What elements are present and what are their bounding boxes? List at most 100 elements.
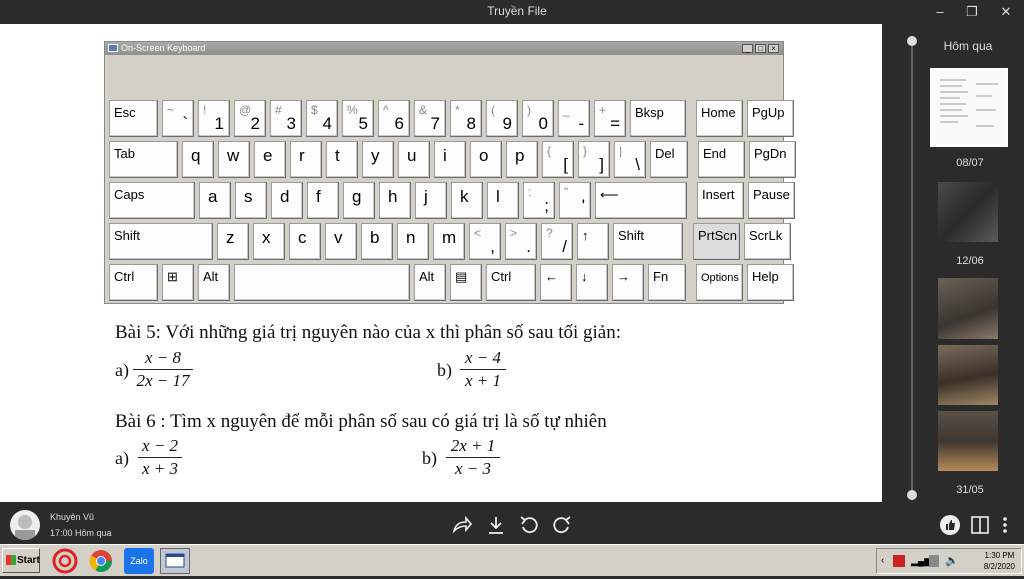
osk-key: #3: [270, 100, 302, 137]
sender-avatar[interactable]: [10, 510, 40, 540]
osk-key: ! 1: [198, 100, 230, 137]
forward-icon[interactable]: [451, 514, 473, 536]
osk-key: $4: [306, 100, 338, 137]
tray-clock[interactable]: 1:30 PM 8/2/2020: [984, 550, 1015, 572]
layout-toggle-icon[interactable]: [969, 514, 991, 536]
key-shift-char: ": [564, 185, 569, 199]
key-label: Alt: [419, 269, 435, 284]
osk-key: j: [415, 182, 447, 219]
osk-key: l: [487, 182, 519, 219]
osk-key: @2: [234, 100, 266, 137]
key-label: Tab: [114, 146, 135, 161]
timeline-track[interactable]: [911, 41, 913, 497]
key-label: Esc: [114, 105, 136, 120]
osk-key: x: [253, 223, 285, 260]
osk-key: PrtScn: [693, 223, 740, 260]
key-label: ↓: [581, 269, 588, 284]
key-main-char: 6: [394, 114, 404, 133]
key-label: s: [244, 187, 253, 206]
key-label: Shift: [618, 228, 645, 243]
osk-key: Shift: [613, 223, 683, 260]
key-shift-char: ?: [546, 226, 553, 240]
date-label-1: 08/07: [956, 157, 984, 169]
osk-key: + =: [594, 100, 626, 137]
safely-remove-icon[interactable]: [929, 555, 939, 567]
start-button[interactable]: Start: [2, 548, 40, 573]
exercise-6b-label: b): [422, 448, 437, 468]
key-label: m: [442, 228, 457, 247]
thumbnail-4[interactable]: [938, 345, 998, 405]
zalo-icon[interactable]: Zalo: [124, 548, 154, 574]
tray-expand-icon[interactable]: ‹: [881, 555, 884, 566]
key-label: h: [388, 187, 398, 206]
timeline-top-handle[interactable]: [907, 36, 917, 46]
key-label: g: [352, 187, 362, 206]
close-button[interactable]: ✕: [994, 2, 1018, 22]
key-label: ↑: [582, 228, 589, 243]
key-main-char: -: [578, 114, 584, 133]
osk-key: z: [217, 223, 249, 260]
history-panel: Hôm qua 08/07 12/06 31/05: [882, 24, 1024, 502]
osk-key: d: [271, 182, 303, 219]
thumbnail-2[interactable]: [938, 182, 998, 242]
more-options-icon[interactable]: [994, 514, 1016, 536]
volume-icon[interactable]: 🔈: [945, 554, 959, 567]
key-label: j: [424, 187, 428, 206]
key-label: End: [703, 146, 727, 161]
key-label: Home: [701, 105, 736, 120]
key-label: w: [227, 146, 240, 165]
osk-key: k: [451, 182, 483, 219]
exercise-5-heading: Bài 5: Với những giá trị nguyên nào của …: [115, 322, 622, 343]
restore-button[interactable]: ❐: [960, 2, 984, 22]
osk-key: h: [379, 182, 411, 219]
key-label: r: [299, 146, 305, 165]
minimize-button[interactable]: –: [928, 2, 952, 22]
key-shift-char: #: [275, 103, 282, 117]
key-main-char: =: [610, 114, 620, 133]
thumbnail-selected[interactable]: [930, 68, 1008, 147]
osk-key: c: [289, 223, 321, 260]
key-shift-char: ~: [167, 103, 175, 117]
download-icon[interactable]: [485, 514, 507, 536]
exercise-6a-fraction: x − 2 x + 3: [138, 436, 182, 479]
key-main-char: 2: [250, 114, 260, 133]
key-label: Help: [752, 269, 779, 284]
key-label: u: [407, 146, 417, 165]
app-red-circle-icon[interactable]: [50, 548, 80, 574]
osk-key: Options: [696, 264, 743, 301]
key-label: Fn: [653, 269, 669, 284]
osk-key: p: [506, 141, 538, 178]
timeline-bottom-handle[interactable]: [907, 490, 917, 500]
rotate-left-icon[interactable]: [518, 514, 540, 536]
key-label: Insert: [702, 187, 735, 202]
key-label: t: [335, 146, 340, 165]
fraction-numerator: x − 4: [460, 348, 506, 370]
osk-key: Alt: [198, 264, 230, 301]
osk-key: " ': [559, 182, 591, 219]
osk-key: Shift: [109, 223, 213, 260]
osk-key: Fn: [648, 264, 686, 301]
key-main-char: 7: [430, 114, 440, 133]
key-label: PgDn: [754, 146, 787, 161]
rotate-right-icon[interactable]: [551, 514, 573, 536]
osk-key: ~ `: [162, 100, 194, 137]
key-label: ▤: [455, 269, 468, 284]
active-window-icon[interactable]: [160, 548, 190, 574]
key-label: PrtScn: [698, 228, 738, 243]
osk-key: Ctrl: [486, 264, 536, 301]
antivirus-icon[interactable]: [893, 555, 905, 567]
key-main-char: \: [635, 155, 640, 174]
react-like-icon[interactable]: [939, 514, 961, 536]
key-label: Shift: [114, 228, 141, 243]
osk-key: →: [612, 264, 644, 301]
thumbnail-3[interactable]: [938, 278, 998, 339]
key-label: c: [298, 228, 307, 247]
osk-key: Tab: [109, 141, 178, 178]
osk-key: g: [343, 182, 375, 219]
keyboard-icon: [108, 44, 118, 52]
key-label: l: [496, 187, 500, 206]
key-shift-char: &: [419, 103, 428, 117]
clock-date: 8/2/2020: [983, 562, 1015, 571]
chrome-icon[interactable]: [86, 548, 116, 574]
thumbnail-5[interactable]: [938, 411, 998, 471]
